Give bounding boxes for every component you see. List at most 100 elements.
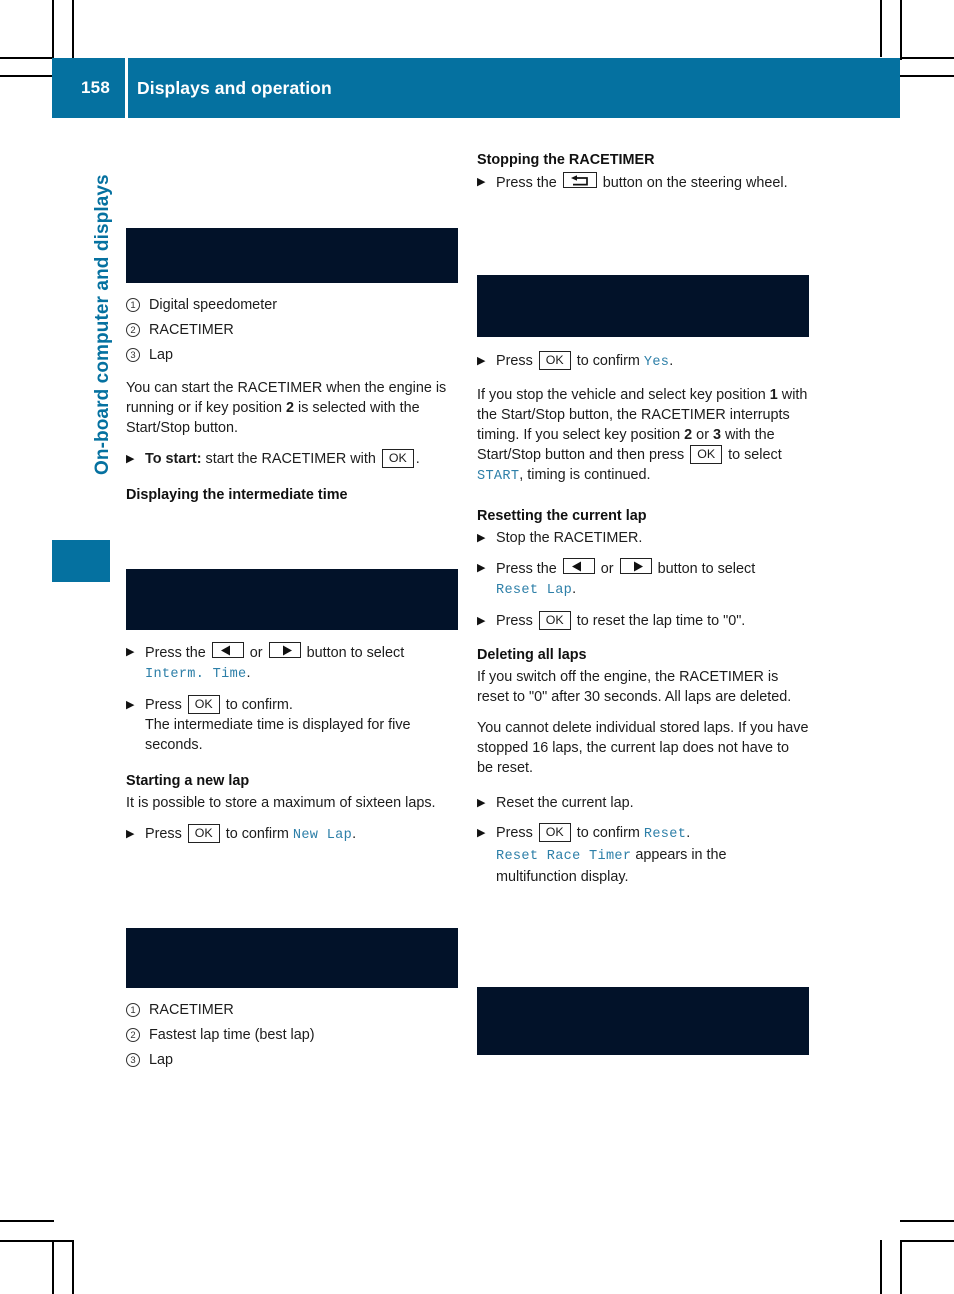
legend-number: 3 <box>126 1053 140 1067</box>
step-arrow-icon: ▶ <box>477 355 486 367</box>
ok-button-key[interactable]: OK <box>538 351 571 370</box>
step-text-before: Press the <box>496 175 561 191</box>
crop-mark-bottom-left-vertical-inner <box>72 1240 74 1294</box>
step-text-after: button to select <box>302 645 405 661</box>
heading-stopping-the-racetimer: Stopping the RACETIMER <box>477 152 655 168</box>
mfd-menu-interm-time: Interm. Time <box>145 667 247 682</box>
legend-item: 1 Digital speedometer <box>126 295 458 315</box>
legend-item: 3 Lap <box>126 1050 458 1070</box>
left-arrow-button-key[interactable] <box>562 558 595 574</box>
heading-starting-a-new-lap: Starting a new lap <box>126 773 250 789</box>
figure-image-1 <box>126 228 458 283</box>
ok-button-key[interactable]: OK <box>381 449 414 468</box>
legend-label: RACETIMER <box>149 322 234 338</box>
ok-button-key[interactable]: OK <box>538 823 571 842</box>
step-confirm-yes: ▶ Press OK to confirm Yes. <box>477 351 809 373</box>
stop-behaviour-paragraph: If you stop the vehicle and select key p… <box>477 385 809 487</box>
intro-paragraph: You can start the RACETIMER when the eng… <box>126 378 458 438</box>
back-arrow-button-key[interactable] <box>562 172 597 188</box>
step-stop-racetimer: ▶ Stop the RACETIMER. <box>477 528 809 548</box>
crop-mark-bottom-right-vertical-inner <box>880 1240 882 1294</box>
header-divider <box>125 58 128 118</box>
step-text-middle: to confirm <box>572 353 644 369</box>
right-arrow-button-key[interactable] <box>268 642 301 658</box>
right-arrow-button-key[interactable] <box>619 558 652 574</box>
mfd-menu-start: START <box>477 469 520 484</box>
figure-reset-race-timer <box>477 915 809 1055</box>
step-text-before: start the RACETIMER with <box>201 451 380 467</box>
step-reset-lap-time: ▶ Press OK to reset the lap time to "0". <box>477 611 809 631</box>
crop-mark-bottom-right-vertical-outer <box>900 1240 902 1294</box>
legend-label: Fastest lap time (best lap) <box>149 1027 315 1043</box>
crop-mark-bottom-right-horizontal-outer <box>900 1220 954 1222</box>
mfd-menu-new-lap: New Lap <box>292 828 353 843</box>
new-lap-paragraph: It is possible to store a maximum of six… <box>126 795 436 811</box>
ok-button-key[interactable]: OK <box>690 445 723 464</box>
mfd-message-reset-race-timer: Reset Race Timer <box>496 849 632 864</box>
step-select-reset-lap: ▶ Press the or button to select Reset La… <box>477 558 809 601</box>
step-text-before: Press <box>145 826 186 842</box>
step-text-after: button to select <box>653 561 756 577</box>
step-text: Press OK to reset the lap time to "0". <box>496 611 809 631</box>
ok-button-key[interactable]: OK <box>538 611 571 630</box>
step-arrow-icon: ▶ <box>477 562 486 574</box>
step-text-before: Press the <box>145 645 210 661</box>
ok-button-key[interactable]: OK <box>187 695 220 714</box>
step-text-middle: to confirm <box>572 825 644 841</box>
para-part: If you stop the vehicle and select key p… <box>477 387 770 403</box>
step-arrow-icon: ▶ <box>126 453 135 465</box>
step-text-before: Press <box>496 353 537 369</box>
legend-item: 2 Fastest lap time (best lap) <box>126 1025 458 1045</box>
legend-label: RACETIMER <box>149 1002 234 1018</box>
figure-image-5 <box>477 987 809 1055</box>
chapter-tab-marker <box>52 540 110 582</box>
step-text-before: Press the <box>496 561 561 577</box>
step-text-middle: to confirm <box>221 826 293 842</box>
step-text-after: . <box>669 353 674 369</box>
step-text: To start: start the RACETIMER with OK. <box>145 449 458 469</box>
step-text: Stop the RACETIMER. <box>496 530 643 546</box>
heading-displaying-intermediate-time: Displaying the intermediate time <box>126 487 348 503</box>
para-part: , timing is continued. <box>519 467 651 483</box>
figure-ghost-area-2 <box>126 507 458 569</box>
step-press-back-button: ▶ Press the button on the steering wheel… <box>477 172 809 193</box>
step-arrow-icon: ▶ <box>477 827 486 839</box>
figure-ghost-area-4 <box>477 227 809 275</box>
crop-mark-top-right-horizontal-outer <box>900 57 954 59</box>
step-text: Press the or button to select Reset Lap. <box>496 558 809 601</box>
key-position-value: 1 <box>769 387 778 403</box>
legend-label: Digital speedometer <box>149 297 277 313</box>
legend-label: Lap <box>149 347 174 363</box>
legend-list-2: 1 RACETIMER 2 Fastest lap time (best lap… <box>126 1000 458 1070</box>
legend-item: 1 RACETIMER <box>126 1000 458 1020</box>
crop-mark-top-right-vertical-outer <box>900 0 902 60</box>
step-arrow-icon: ▶ <box>477 615 486 627</box>
crop-mark-bottom-left-horizontal-outer <box>0 1220 54 1222</box>
left-arrow-button-key[interactable] <box>211 642 244 658</box>
step-confirm-reset: ▶ Press OK to confirm Reset. Reset Race T… <box>477 823 809 887</box>
right-column: Stopping the RACETIMER ▶ Press the butto… <box>477 150 809 1055</box>
step-confirm-new-lap: ▶ Press OK to confirm New Lap. <box>126 824 458 846</box>
key-position-value: 2 <box>285 400 294 416</box>
step-text-tail: . <box>572 581 577 597</box>
step-lead-bold: To start: <box>145 451 202 467</box>
legend-item: 2 RACETIMER <box>126 320 458 340</box>
step-text: Press OK to confirm Reset. Reset Race Tim… <box>496 823 809 887</box>
legend-number: 1 <box>126 1003 140 1017</box>
figure-intermediate-time <box>126 507 458 630</box>
step-text-tail: . <box>246 665 251 681</box>
legend-item: 3 Lap <box>126 345 458 365</box>
heading-deleting-all-laps: Deleting all laps <box>477 647 587 663</box>
step-text: Reset the current lap. <box>496 795 634 811</box>
step-text: Press the or button to select Interm. Ti… <box>145 642 458 685</box>
crop-mark-top-right-vertical-inner <box>880 0 882 57</box>
ok-button-key[interactable]: OK <box>187 824 220 843</box>
figure-image-3 <box>126 928 458 988</box>
page-title: Displays and operation <box>137 77 332 98</box>
key-position-value: 3 <box>712 427 721 443</box>
legend-number: 2 <box>126 1028 140 1042</box>
legend-label: Lap <box>149 1052 174 1068</box>
heading-resetting-the-current-lap: Resetting the current lap <box>477 508 647 524</box>
step-text: Press OK to confirm New Lap. <box>145 824 458 846</box>
step-text-before: Press <box>496 825 537 841</box>
